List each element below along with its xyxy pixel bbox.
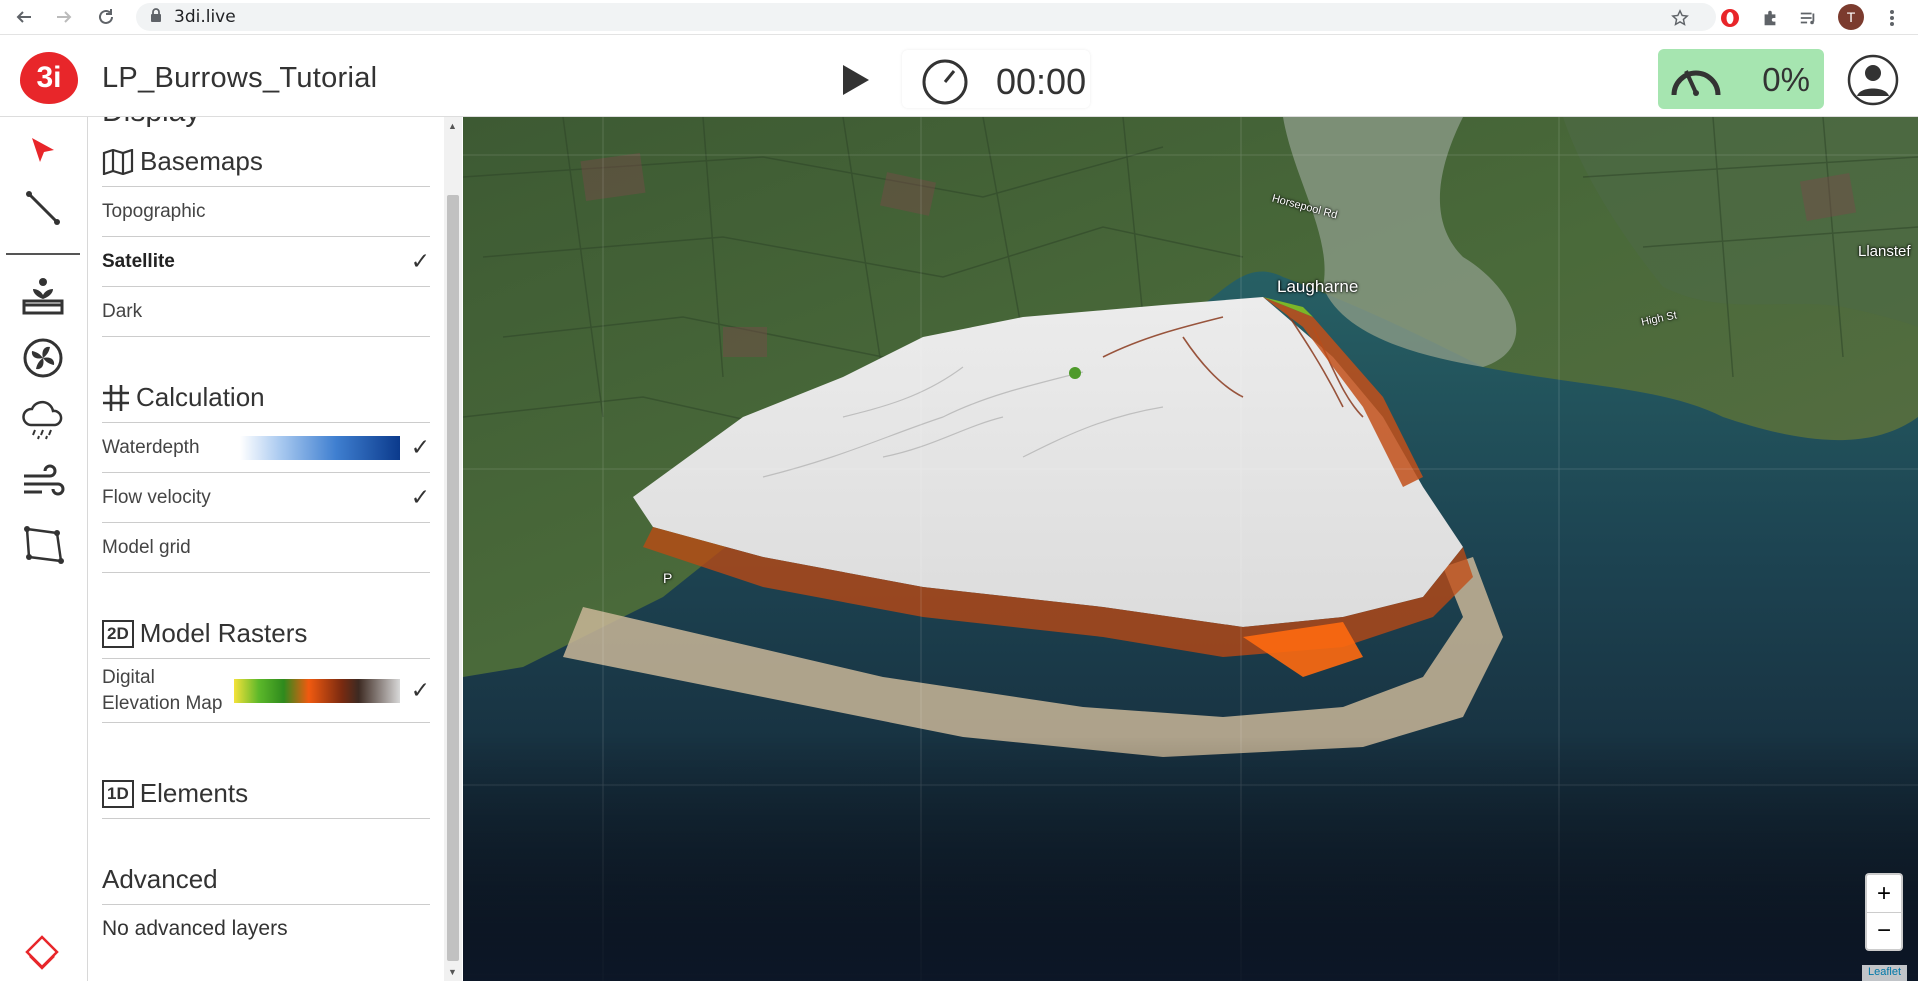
wind-tool[interactable] xyxy=(18,457,68,507)
basemaps-section-header: Basemaps xyxy=(102,137,430,187)
wind-icon xyxy=(24,464,65,496)
layer-label: Dark xyxy=(102,300,143,322)
pump-fan-icon xyxy=(23,338,63,378)
map-view[interactable]: Laugharne Horsepool Rd High St Llanstef … xyxy=(463,117,1918,981)
map-label-town-edge: Llanstef xyxy=(1858,243,1911,260)
grid-icon xyxy=(102,384,130,412)
layer-digital-elevation-map[interactable]: Digital Elevation Map ✓ xyxy=(102,659,430,723)
app-logo: 3i xyxy=(20,52,78,104)
extension-opera-icon[interactable] xyxy=(1718,6,1742,30)
timer-value: 00:00 xyxy=(996,61,1087,102)
layers-icon xyxy=(25,935,59,970)
model-rasters-title: Model Rasters xyxy=(139,618,308,648)
layer-flow-velocity[interactable]: Flow velocity ✓ xyxy=(102,473,430,523)
select-arrow-icon xyxy=(32,138,54,162)
layers-panel: Display Basemaps Topographic Satellite ✓… xyxy=(89,117,462,981)
advanced-title: Advanced xyxy=(102,864,218,894)
advanced-empty-text: No advanced layers xyxy=(102,917,288,940)
progress-value: 0% xyxy=(1762,61,1810,98)
browser-toolbar: 3di.live T xyxy=(0,0,1918,35)
layer-label: Satellite xyxy=(102,250,175,272)
elements-title: Elements xyxy=(139,778,249,808)
layer-label-line2: Elevation Map xyxy=(102,692,223,714)
bookmark-star-icon[interactable] xyxy=(1668,6,1692,30)
elements-section-header: 1D Elements xyxy=(102,769,430,819)
speed-gauge-icon xyxy=(1670,59,1722,104)
extensions-puzzle-icon[interactable] xyxy=(1758,6,1782,30)
scroll-up-icon[interactable]: ▲ xyxy=(448,121,457,131)
pump-tool[interactable] xyxy=(18,333,68,383)
waterdepth-legend xyxy=(240,436,400,460)
play-icon xyxy=(843,65,869,95)
basemap-satellite[interactable]: Satellite ✓ xyxy=(102,237,430,287)
model-title: LP_Burrows_Tutorial xyxy=(102,62,378,94)
back-icon[interactable] xyxy=(12,5,36,29)
rain-tool[interactable] xyxy=(18,395,68,445)
line-tool[interactable] xyxy=(18,183,68,233)
source-icon xyxy=(22,278,64,315)
layer-label: Waterdepth xyxy=(102,436,200,458)
advanced-section-header: Advanced xyxy=(102,855,430,905)
browser-menu-icon[interactable] xyxy=(1880,6,1904,30)
user-avatar-icon xyxy=(1847,54,1899,106)
source-tool[interactable] xyxy=(18,271,68,321)
rain-cloud-icon xyxy=(22,400,63,440)
user-account-button[interactable] xyxy=(1846,54,1900,106)
checkmark-icon: ✓ xyxy=(410,484,430,510)
map-canvas[interactable] xyxy=(463,117,1918,981)
checkmark-icon: ✓ xyxy=(410,248,430,274)
select-tool[interactable] xyxy=(18,127,68,177)
dem-legend xyxy=(234,679,400,703)
lock-icon xyxy=(150,7,162,27)
browser-profile-avatar[interactable]: T xyxy=(1838,4,1864,30)
panel-partial-header: Display xyxy=(102,117,200,129)
2d-badge-icon: 2D xyxy=(102,619,134,648)
play-button[interactable] xyxy=(836,60,876,100)
layer-label: Model grid xyxy=(102,536,191,558)
reading-list-icon[interactable] xyxy=(1796,6,1820,30)
app-header: 3i LP_Burrows_Tutorial 00:00 0% xyxy=(0,38,1918,117)
progress-indicator: 0% xyxy=(1658,49,1824,109)
simulation-timer: 00:00 xyxy=(902,50,1090,108)
panel-scrollbar[interactable]: ▲ ▼ xyxy=(444,117,462,981)
map-attribution-link[interactable]: Leaflet xyxy=(1862,965,1908,981)
polygon-icon xyxy=(24,526,64,564)
toolbar-divider xyxy=(6,253,80,255)
zoom-control: + − xyxy=(1865,873,1903,951)
map-icon xyxy=(102,148,134,175)
url-text: 3di.live xyxy=(174,7,236,27)
1d-badge-icon: 1D xyxy=(102,779,134,808)
basemap-dark[interactable]: Dark xyxy=(102,287,430,337)
map-label-town: Laugharne xyxy=(1277,277,1359,296)
model-rasters-section-header: 2D Model Rasters xyxy=(102,609,430,659)
calculation-title: Calculation xyxy=(136,382,265,412)
reload-icon[interactable] xyxy=(94,5,118,29)
forward-icon[interactable] xyxy=(52,5,76,29)
checkmark-icon: ✓ xyxy=(410,434,430,460)
zoom-out-button[interactable]: − xyxy=(1867,912,1901,949)
layer-label: Flow velocity xyxy=(102,486,211,508)
polygon-tool[interactable] xyxy=(18,519,68,569)
checkmark-icon: ✓ xyxy=(410,677,430,703)
basemap-topographic[interactable]: Topographic xyxy=(102,187,430,237)
address-bar[interactable]: 3di.live xyxy=(136,3,1716,31)
layer-label: Topographic xyxy=(102,200,206,222)
basemaps-title: Basemaps xyxy=(140,146,263,176)
scroll-down-icon[interactable]: ▼ xyxy=(448,967,457,977)
zoom-in-button[interactable]: + xyxy=(1867,875,1901,912)
layer-waterdepth[interactable]: Waterdepth ✓ xyxy=(102,423,430,473)
calculation-section-header: Calculation xyxy=(102,373,430,423)
line-icon xyxy=(26,191,60,225)
layer-label-line1: Digital xyxy=(102,666,155,688)
layer-model-grid[interactable]: Model grid xyxy=(102,523,430,573)
left-toolbar xyxy=(0,117,88,981)
layers-toggle-button[interactable] xyxy=(24,934,60,970)
map-label-partial: P xyxy=(663,570,673,586)
scroll-thumb[interactable] xyxy=(447,195,459,961)
stopwatch-icon xyxy=(920,56,970,111)
